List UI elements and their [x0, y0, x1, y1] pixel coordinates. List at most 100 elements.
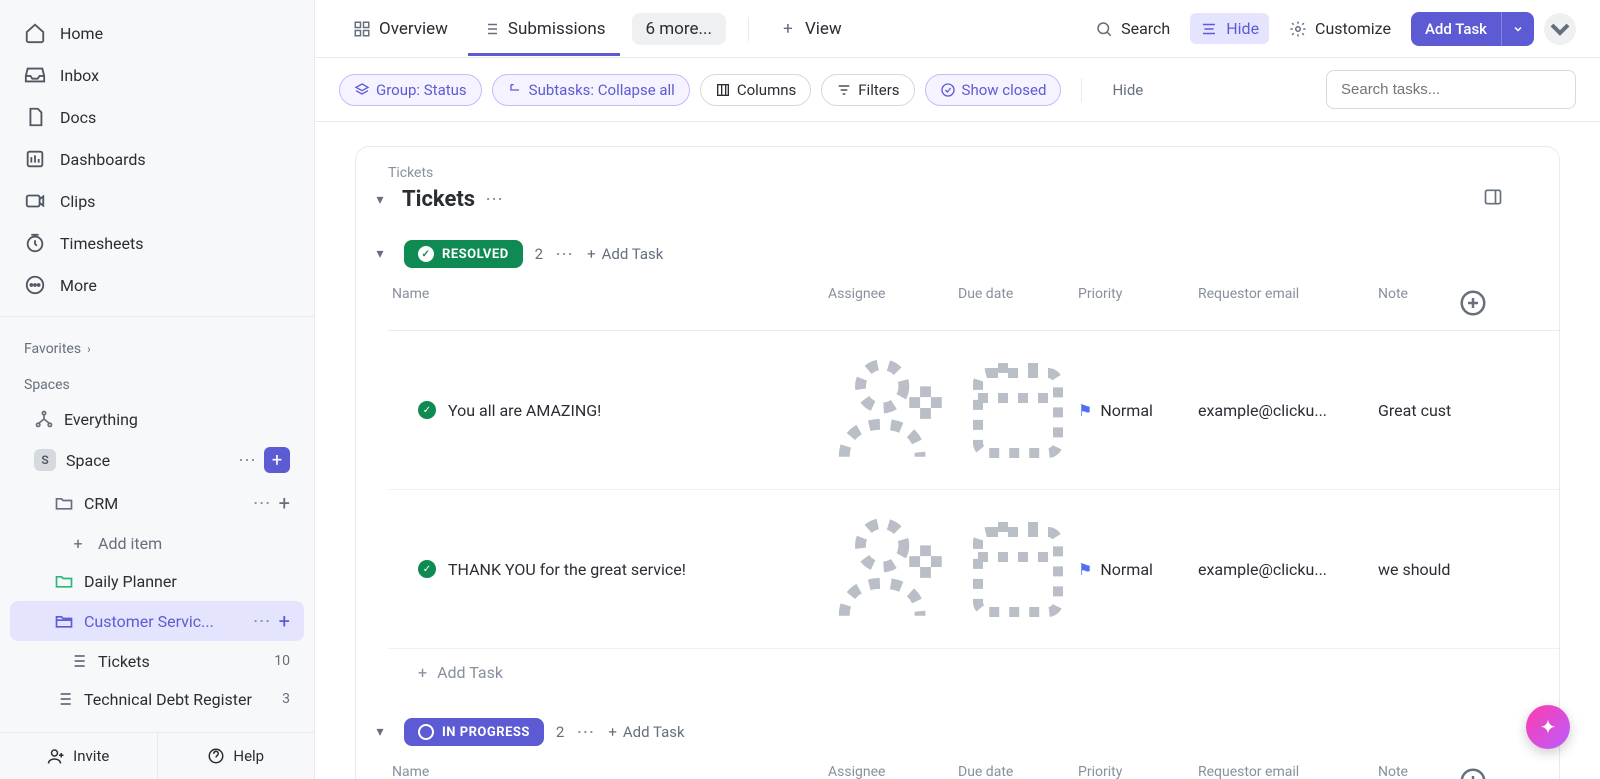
group-collapse[interactable]: ▾: [368, 242, 392, 266]
tab-overview[interactable]: Overview: [339, 3, 462, 55]
more-icon: [24, 274, 46, 296]
task-row[interactable]: ✓THANK YOU for the great service! ⚑Norma…: [388, 490, 1559, 649]
add-task-row[interactable]: +Add Task: [388, 649, 1559, 682]
invite-button[interactable]: Invite: [0, 733, 157, 779]
task-name: You all are AMAZING!: [448, 401, 601, 420]
dashboard-icon: [24, 148, 46, 170]
col-priority[interactable]: Priority: [1078, 286, 1198, 320]
calendar-icon[interactable]: [958, 612, 1078, 631]
panel-icon[interactable]: [1483, 187, 1503, 212]
assignee-add-icon[interactable]: [828, 458, 958, 477]
tree-label: CRM: [84, 494, 243, 513]
list-card: Tickets ▾ Tickets ⋯ ▾ ✓RESOLVED 2 ⋯ +Add…: [355, 146, 1560, 779]
add-view-button[interactable]: +View: [765, 3, 856, 55]
group-collapse[interactable]: ▾: [368, 720, 392, 744]
tab-more[interactable]: 6 more...: [632, 13, 726, 45]
col-due[interactable]: Due date: [958, 764, 1078, 779]
tab-submissions[interactable]: Submissions: [468, 3, 620, 55]
search-tasks-input[interactable]: [1326, 70, 1576, 109]
nav-label: Clips: [60, 192, 95, 211]
add-space-button[interactable]: +: [264, 447, 290, 473]
group-add-task[interactable]: +Add Task: [608, 723, 684, 741]
status-dot-icon[interactable]: ✓: [418, 401, 436, 419]
task-row[interactable]: ✓You all are AMAZING! ⚑Normal example@cl…: [388, 331, 1559, 490]
nav-clips[interactable]: Clips: [0, 180, 314, 222]
plus-icon: +: [608, 723, 617, 741]
tree-daily-planner[interactable]: Daily Planner: [10, 563, 304, 599]
tree-label: Customer Servic...: [84, 612, 243, 631]
tree-space[interactable]: S Space ⋯ +: [10, 439, 304, 481]
tab-label: 6 more...: [646, 19, 712, 39]
collapse-toggle[interactable]: ▾: [368, 188, 392, 212]
add-icon[interactable]: +: [279, 491, 290, 515]
group-count: 2: [556, 723, 564, 741]
pill-show-closed[interactable]: Show closed: [925, 74, 1062, 106]
breadcrumb[interactable]: Tickets: [356, 165, 1559, 181]
col-name[interactable]: Name: [388, 764, 828, 779]
inbox-icon: [24, 64, 46, 86]
filter-icon: [836, 82, 852, 98]
calendar-icon[interactable]: [958, 453, 1078, 472]
add-icon[interactable]: +: [279, 609, 290, 633]
tab-label: Overview: [379, 19, 448, 39]
group-more-icon[interactable]: ⋯: [555, 244, 575, 265]
tree-everything[interactable]: Everything: [10, 401, 304, 437]
pill-group[interactable]: Group: Status: [339, 74, 482, 106]
add-task-button[interactable]: Add Task: [1411, 12, 1534, 46]
status-dot-icon[interactable]: ✓: [418, 560, 436, 578]
status-pill[interactable]: ✓RESOLVED: [404, 240, 523, 268]
help-button[interactable]: Help: [157, 733, 315, 779]
pill-columns[interactable]: Columns: [700, 74, 811, 106]
nav-home[interactable]: Home: [0, 12, 314, 54]
more-icon[interactable]: ⋯: [253, 493, 273, 514]
plus-icon: +: [418, 663, 427, 682]
nav-docs[interactable]: Docs: [0, 96, 314, 138]
doc-icon: [24, 106, 46, 128]
button-label[interactable]: Add Task: [1411, 12, 1501, 46]
space-avatar: S: [34, 449, 56, 471]
tree-crm[interactable]: CRM ⋯ +: [10, 483, 304, 523]
add-column-button[interactable]: [1458, 764, 1488, 779]
list-title: Tickets: [402, 187, 475, 212]
col-assignee[interactable]: Assignee: [828, 764, 958, 779]
nav-timesheets[interactable]: Timesheets: [0, 222, 314, 264]
col-email[interactable]: Requestor email: [1198, 764, 1378, 779]
nav-inbox[interactable]: Inbox: [0, 54, 314, 96]
col-email[interactable]: Requestor email: [1198, 286, 1378, 320]
gear-icon: [1289, 20, 1307, 38]
assignee-add-icon[interactable]: [828, 617, 958, 636]
tree-add-item[interactable]: + Add item: [10, 525, 304, 561]
tree-label: Daily Planner: [84, 572, 290, 591]
favorites-section[interactable]: Favorites›: [0, 327, 314, 363]
col-assignee[interactable]: Assignee: [828, 286, 958, 320]
hide-button[interactable]: Hide: [1190, 13, 1269, 44]
search-button[interactable]: Search: [1085, 13, 1180, 44]
col-notes[interactable]: Note: [1378, 286, 1458, 320]
add-column-button[interactable]: [1458, 286, 1488, 320]
status-pill[interactable]: IN PROGRESS: [404, 718, 544, 746]
col-priority[interactable]: Priority: [1078, 764, 1198, 779]
customize-button[interactable]: Customize: [1279, 13, 1401, 44]
group-more-icon[interactable]: ⋯: [576, 722, 596, 743]
user-menu[interactable]: [1544, 13, 1576, 45]
group-add-task[interactable]: +Add Task: [587, 245, 663, 263]
columns-icon: [715, 82, 731, 98]
add-task-dropdown[interactable]: [1501, 12, 1534, 46]
col-name[interactable]: Name: [388, 286, 828, 320]
col-due[interactable]: Due date: [958, 286, 1078, 320]
more-icon[interactable]: ⋯: [253, 611, 273, 632]
tree-tech-debt[interactable]: Technical Debt Register 3: [10, 681, 304, 717]
nav-label: Timesheets: [60, 234, 143, 253]
nav-dashboards[interactable]: Dashboards: [0, 138, 314, 180]
col-notes[interactable]: Note: [1378, 764, 1458, 779]
hide-link[interactable]: Hide: [1102, 75, 1153, 105]
pill-filters[interactable]: Filters: [821, 74, 914, 106]
pill-subtasks[interactable]: Subtasks: Collapse all: [492, 74, 690, 106]
nav-more[interactable]: More: [0, 264, 314, 306]
notes-cell: Great cust: [1378, 401, 1458, 420]
tree-customer-service[interactable]: Customer Servic... ⋯ +: [10, 601, 304, 641]
more-icon[interactable]: ⋯: [238, 450, 258, 471]
list-more-icon[interactable]: ⋯: [485, 189, 505, 210]
ai-fab[interactable]: ✦: [1526, 705, 1570, 749]
tree-tickets[interactable]: Tickets 10: [10, 643, 304, 679]
